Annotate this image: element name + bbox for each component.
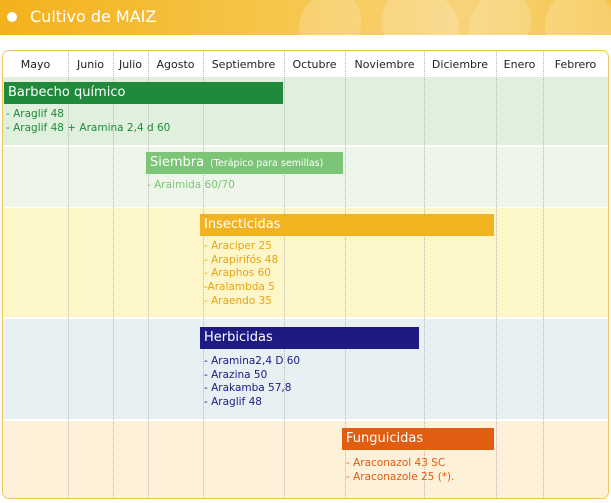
list-item: - Arakamba 57,8: [204, 382, 292, 395]
list-item: - Aramina2,4 D 60: [204, 355, 301, 367]
month-label: Febrero: [554, 58, 597, 71]
month-label: Junio: [77, 58, 104, 71]
month-label: Julio: [118, 58, 143, 71]
herbicidas-bar: Herbicidas: [200, 327, 419, 349]
month-label: Mayo: [20, 58, 51, 71]
list-item: -Aralambda 5: [204, 281, 275, 294]
month-label: Enero: [503, 58, 536, 71]
siembra-label: Siembra: [150, 155, 205, 170]
column-divider: [284, 51, 285, 498]
list-item: - Araconazol 43 SC: [346, 457, 446, 469]
page-title: Cultivo de MAIZ: [30, 7, 157, 26]
insecticidas-bar: Insecticidas: [200, 214, 494, 236]
list-item: - Araphos 60: [204, 267, 271, 280]
list-item: - Arazina 50: [204, 368, 268, 381]
insecticidas-product-list: - Araciper 25 - Arapirifós 48 - Araphos …: [204, 240, 278, 309]
decorative-leaf: [532, 0, 611, 35]
decorative-leaf: [286, 0, 374, 35]
funguicidas-label: Funguicidas: [346, 431, 424, 446]
list-item: - Araglif 48 + Aramina 2,4 d 60: [6, 121, 171, 134]
list-item: - Araglif 48: [6, 108, 64, 120]
calendar-frame: Mayo Junio Julio Agosto Septiembre Octub…: [2, 50, 609, 499]
list-item: - Araciper 25: [204, 240, 272, 252]
insecticidas-label: Insecticidas: [204, 217, 281, 232]
barbecho-bar: Barbecho químico: [4, 82, 283, 104]
funguicidas-product-list: - Araconazol 43 SC - Araconazole 25 (*).: [346, 457, 454, 484]
siembra-bar: Siembra (Terápico para semillas): [146, 152, 343, 174]
list-item: - Araimida 60/70: [147, 179, 235, 191]
list-item: - Araconazole 25 (*).: [346, 470, 455, 483]
barbecho-product-list: - Araglif 48 - Araglif 48 + Aramina 2,4 …: [6, 108, 170, 135]
month-label: Noviembre: [354, 58, 415, 71]
month-header: Mayo Junio Julio Agosto Septiembre Octub…: [3, 51, 608, 77]
decorative-leaf: [456, 0, 544, 35]
column-divider: [496, 51, 497, 498]
list-item: - Araglif 48: [204, 396, 262, 409]
month-label: Septiembre: [211, 58, 276, 71]
title-bar: Cultivo de MAIZ: [0, 0, 611, 35]
bullet-icon: [7, 12, 17, 22]
barbecho-label: Barbecho químico: [8, 85, 126, 100]
herbicidas-product-list: - Aramina2,4 D 60 - Arazina 50 - Arakamb…: [204, 355, 300, 410]
section-funguicidas: [3, 421, 608, 498]
column-divider: [543, 51, 544, 498]
siembra-product-list: - Araimida 60/70: [147, 179, 235, 193]
decorative-leaf: [367, 0, 473, 35]
month-label: Agosto: [156, 58, 195, 71]
funguicidas-bar: Funguicidas: [342, 428, 494, 450]
list-item: - Araendo 35: [204, 294, 272, 307]
month-label: Octubre: [292, 58, 337, 71]
month-label: Diciembre: [431, 58, 489, 71]
list-item: - Arapirifós 48: [204, 253, 279, 266]
herbicidas-label: Herbicidas: [204, 330, 273, 345]
siembra-sublabel: (Terápico para semillas): [210, 158, 324, 169]
